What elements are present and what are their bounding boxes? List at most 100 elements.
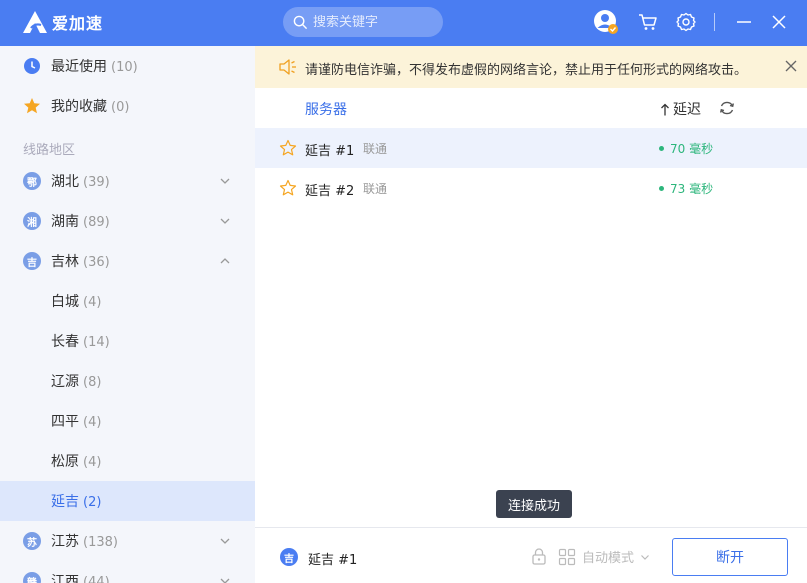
search-input[interactable] <box>313 14 433 30</box>
settings-button[interactable] <box>673 9 699 35</box>
city-label: 辽源 <box>51 374 79 390</box>
province-count: (36) <box>83 255 110 270</box>
server-table-header: 服务器 延迟 <box>255 88 807 128</box>
sidebar-item-province[interactable]: 苏 江苏 (138) <box>0 521 255 561</box>
disconnect-button[interactable]: 断开 <box>672 538 788 576</box>
sidebar-item-city[interactable]: 长春 (14) <box>0 321 255 361</box>
province-count: (138) <box>83 535 118 550</box>
sidebar-item-favorites[interactable]: 我的收藏 (0) <box>0 86 255 126</box>
mode-selector[interactable]: 自动模式 <box>558 547 650 566</box>
notice-banner: 请谨防电信诈骗，不得发布虚假的网络言论，禁止用于任何形式的网络攻击。 <box>255 46 807 88</box>
region-sidebar: 最近使用 (10) 我的收藏 (0) 线路地区 鄂 湖北 (39) 湘 湖南 (89) … <box>0 46 255 583</box>
province-label: 吉林 <box>51 254 79 270</box>
connected-server-name: 延吉 #1 <box>308 553 358 568</box>
server-row[interactable]: 延吉 #1 联通 70 毫秒 <box>255 128 807 168</box>
speaker-icon <box>279 59 296 75</box>
latency-dot <box>659 186 664 191</box>
sidebar-item-city-active[interactable]: 延吉 (2) <box>0 481 255 521</box>
app-name: 爱加速 <box>52 14 104 33</box>
close-icon[interactable] <box>785 60 797 72</box>
chevron-down-icon <box>220 578 230 583</box>
chevron-down-icon <box>641 554 649 560</box>
province-badge: 吉 <box>280 548 298 566</box>
close-icon <box>772 15 786 29</box>
server-latency-value: 70 毫秒 <box>670 142 714 156</box>
sort-arrow-up-icon <box>661 103 669 115</box>
city-count: (2) <box>83 495 102 510</box>
server-isp: 联通 <box>363 182 388 196</box>
city-label: 白城 <box>51 294 79 310</box>
province-label: 湖北 <box>51 174 79 190</box>
sidebar-item-city[interactable]: 四平 (4) <box>0 401 255 441</box>
chevron-down-icon <box>220 218 230 224</box>
province-badge: 苏 <box>23 532 41 550</box>
sidebar-item-label: 我的收藏 <box>51 99 107 115</box>
city-count: (4) <box>83 455 102 470</box>
city-label: 延吉 <box>51 494 79 510</box>
city-count: (14) <box>83 335 110 350</box>
favorite-star-icon[interactable] <box>279 139 297 157</box>
chevron-down-icon <box>220 178 230 184</box>
clock-icon <box>24 58 40 74</box>
province-badge: 吉 <box>23 252 41 270</box>
province-badge: 鄂 <box>23 172 41 190</box>
search-icon <box>293 15 308 29</box>
notice-text: 请谨防电信诈骗，不得发布虚假的网络言论，禁止用于任何形式的网络攻击。 <box>305 63 748 78</box>
sidebar-item-province[interactable]: 湘 湖南 (89) <box>0 201 255 241</box>
gear-icon <box>676 12 696 32</box>
connection-footer: 吉 延吉 #1 自动模式 断开 <box>255 527 807 583</box>
search-box[interactable] <box>283 7 443 37</box>
region-section-title: 线路地区 <box>23 143 76 158</box>
sidebar-item-province[interactable]: 吉 吉林 (36) <box>0 241 255 281</box>
province-badge: 湘 <box>23 212 41 230</box>
mode-label: 自动模式 <box>582 551 635 566</box>
city-count: (4) <box>83 295 102 310</box>
province-count: (89) <box>83 215 110 230</box>
sidebar-item-count: (0) <box>111 100 130 115</box>
city-count: (4) <box>83 415 102 430</box>
star-icon <box>24 98 40 114</box>
header-divider <box>714 13 715 31</box>
sidebar-item-count: (10) <box>111 60 138 75</box>
server-latency-value: 73 毫秒 <box>670 182 714 196</box>
server-isp: 联通 <box>363 142 388 156</box>
user-avatar[interactable] <box>593 9 619 35</box>
sidebar-item-city[interactable]: 松原 (4) <box>0 441 255 481</box>
chevron-down-icon <box>220 538 230 544</box>
column-header-latency[interactable]: 延迟 <box>660 99 701 119</box>
province-label: 湖南 <box>51 214 79 230</box>
cart-icon <box>639 14 657 30</box>
province-badge: 赣 <box>23 572 41 583</box>
sidebar-item-province[interactable]: 鄂 湖北 (39) <box>0 161 255 201</box>
favorite-star-icon[interactable] <box>279 179 297 197</box>
connection-toast: 连接成功 <box>496 490 572 518</box>
city-count: (8) <box>83 375 102 390</box>
province-label: 江苏 <box>51 534 79 550</box>
server-row[interactable]: 延吉 #2 联通 73 毫秒 <box>255 168 807 208</box>
sidebar-item-label: 最近使用 <box>51 59 107 75</box>
server-latency: 70 毫秒 <box>659 140 713 157</box>
user-avatar-icon <box>594 10 618 34</box>
shop-button[interactable] <box>635 9 661 35</box>
close-window-button[interactable] <box>766 9 792 35</box>
sidebar-item-city[interactable]: 辽源 (8) <box>0 361 255 401</box>
sidebar-item-province[interactable]: 赣 江西 (44) <box>0 561 255 583</box>
refresh-icon[interactable] <box>719 100 735 116</box>
sidebar-item-city[interactable]: 白城 (4) <box>0 281 255 321</box>
column-header-latency-label: 延迟 <box>673 102 701 118</box>
city-label: 长春 <box>51 334 79 350</box>
latency-dot <box>659 146 664 151</box>
title-bar: 爱加速 <box>0 0 807 46</box>
server-latency: 73 毫秒 <box>659 180 713 197</box>
app-logo-icon <box>23 11 47 33</box>
city-label: 四平 <box>51 414 79 430</box>
minimize-button[interactable] <box>731 9 757 35</box>
province-count: (44) <box>83 575 110 583</box>
column-header-server[interactable]: 服务器 <box>305 99 347 119</box>
sidebar-item-recent[interactable]: 最近使用 (10) <box>0 46 255 86</box>
city-label: 松原 <box>51 454 79 470</box>
app-logo: 爱加速 <box>22 10 103 34</box>
grid-icon <box>558 548 576 565</box>
lock-icon[interactable] <box>530 547 548 565</box>
chevron-up-icon <box>220 258 230 264</box>
